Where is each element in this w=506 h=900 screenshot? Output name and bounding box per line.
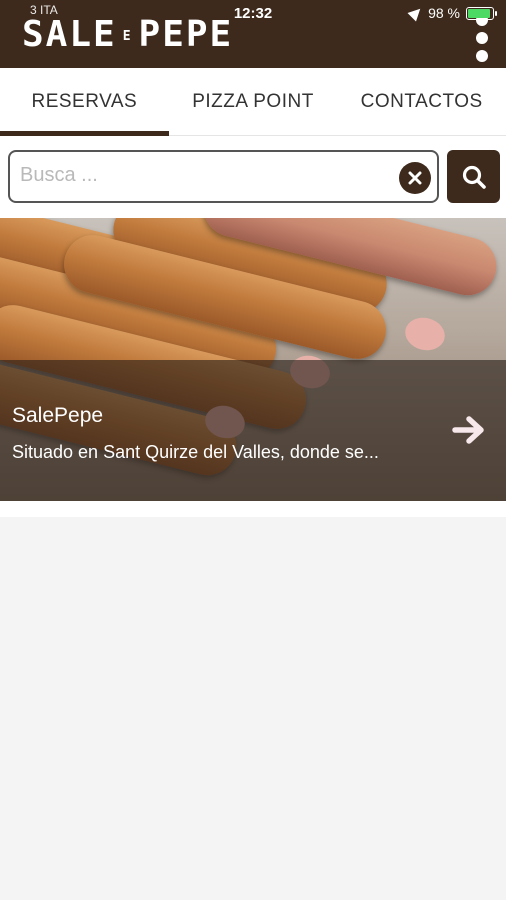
tab-contactos[interactable]: CONTACTOS xyxy=(337,68,506,135)
search-row xyxy=(0,136,506,218)
card-title: SalePepe xyxy=(12,404,104,427)
tab-reservas[interactable]: RESERVAS xyxy=(0,68,169,136)
status-right: 98 % xyxy=(407,4,497,22)
card-overlay xyxy=(0,360,506,501)
status-bar: 3 ITA 12:32 98 % xyxy=(0,0,506,28)
close-icon xyxy=(408,171,422,185)
clear-search-button[interactable] xyxy=(399,162,431,194)
battery-percent: 98 % xyxy=(428,5,460,21)
search-field xyxy=(8,150,439,203)
ham-shape xyxy=(401,313,449,355)
location-arrow-icon xyxy=(407,4,425,22)
tab-pizza-point[interactable]: PIZZA POINT xyxy=(169,68,338,135)
search-icon xyxy=(462,165,486,189)
menu-dot-icon xyxy=(476,32,488,44)
battery-icon xyxy=(466,6,497,20)
card-divider xyxy=(0,501,506,517)
search-input[interactable] xyxy=(20,164,390,187)
card-description: Situado en Sant Quirze del Valles, donde… xyxy=(12,442,379,462)
logo-e: E xyxy=(122,29,133,44)
restaurant-card[interactable]: SalePepe Situado en Sant Quirze del Vall… xyxy=(0,218,506,501)
search-button[interactable] xyxy=(447,150,500,203)
arrow-right-icon[interactable] xyxy=(452,414,488,446)
tab-bar: RESERVAS PIZZA POINT CONTACTOS xyxy=(0,68,506,136)
menu-dot-icon xyxy=(476,50,488,62)
